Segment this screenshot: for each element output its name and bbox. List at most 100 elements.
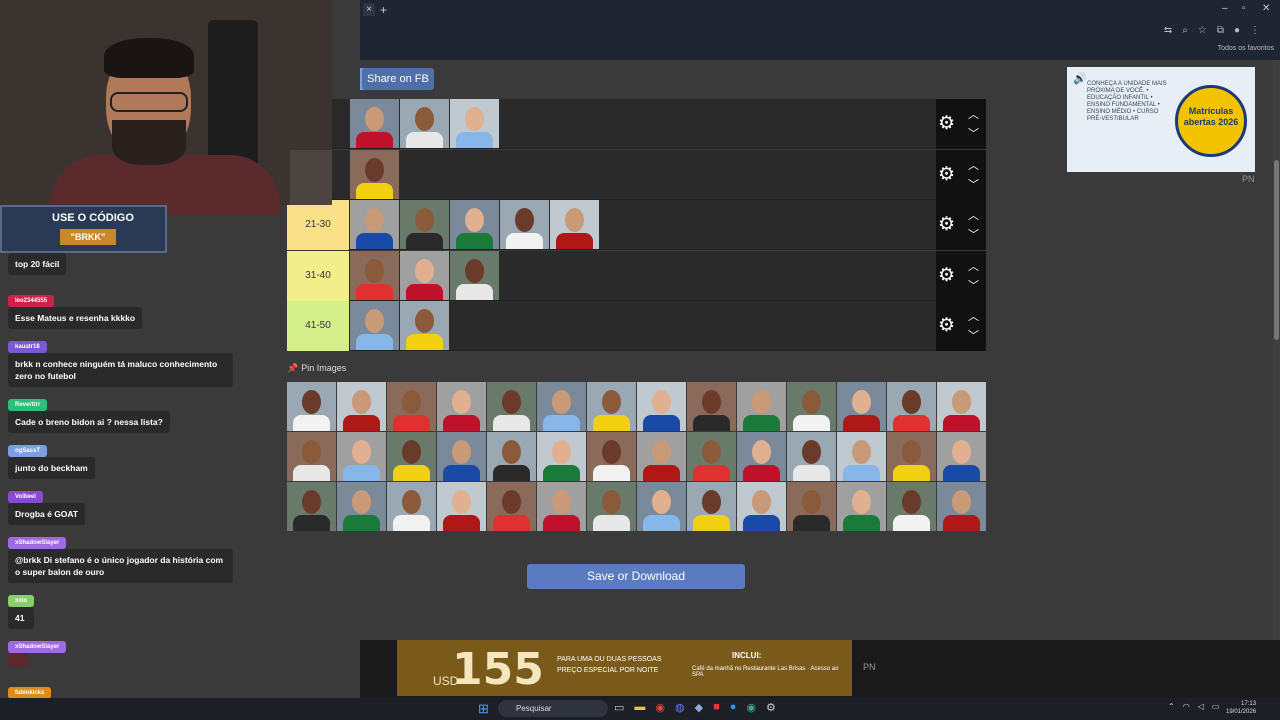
scrollbar[interactable] [1273, 60, 1280, 640]
battery-icon[interactable]: ▭ [1212, 702, 1220, 711]
player-thumbnail[interactable] [737, 482, 786, 531]
chevron-up-icon[interactable]: ︿ [968, 157, 979, 173]
steam-icon[interactable]: ◆ [695, 701, 703, 714]
minimize-icon[interactable]: – [1222, 3, 1228, 14]
save-download-button[interactable]: Save or Download [527, 564, 745, 589]
player-thumbnail[interactable] [350, 200, 399, 249]
player-thumbnail[interactable] [350, 99, 399, 148]
taskbar-search[interactable]: Pesquisar [498, 700, 608, 717]
player-thumbnail[interactable] [937, 432, 986, 481]
file-explorer-icon[interactable]: ▬ [634, 701, 645, 714]
chevron-up-icon[interactable]: ︿ [968, 258, 979, 274]
player-thumbnail[interactable] [437, 382, 486, 431]
app-blue-icon[interactable]: ● [730, 701, 737, 714]
player-thumbnail[interactable] [787, 482, 836, 531]
chevron-up-icon[interactable]: ︿ [968, 106, 979, 122]
player-thumbnail[interactable] [787, 382, 836, 431]
player-thumbnail[interactable] [587, 482, 636, 531]
player-thumbnail[interactable] [737, 382, 786, 431]
player-thumbnail[interactable] [637, 432, 686, 481]
player-thumbnail[interactable] [387, 432, 436, 481]
gear-icon[interactable]: ⚙ [938, 163, 955, 186]
tier-label[interactable]: 41-50 [287, 301, 349, 351]
chevron-down-icon[interactable]: ﹀ [968, 277, 979, 293]
tier-label[interactable]: 21-30 [287, 200, 349, 250]
settings-icon[interactable]: ⚙ [766, 701, 776, 714]
chat-username[interactable]: kauatr18 [8, 341, 47, 353]
chat-username[interactable]: Reverttrr [8, 399, 48, 411]
player-thumbnail[interactable] [887, 382, 936, 431]
player-thumbnail[interactable] [537, 482, 586, 531]
profile-icon[interactable]: ● [1234, 25, 1240, 36]
player-thumbnail[interactable] [637, 482, 686, 531]
player-thumbnail[interactable] [400, 99, 449, 148]
app-green-icon[interactable]: ◉ [746, 701, 756, 714]
player-thumbnail[interactable] [687, 432, 736, 481]
player-thumbnail[interactable] [337, 382, 386, 431]
chrome-icon[interactable]: ◉ [655, 701, 665, 714]
player-thumbnail[interactable] [937, 382, 986, 431]
player-thumbnail[interactable] [450, 200, 499, 249]
maximize-icon[interactable]: ▫ [1242, 3, 1246, 14]
player-thumbnail[interactable] [487, 482, 536, 531]
player-thumbnail[interactable] [450, 99, 499, 148]
player-thumbnail[interactable] [437, 432, 486, 481]
player-thumbnail[interactable] [787, 432, 836, 481]
player-thumbnail[interactable] [437, 482, 486, 531]
player-thumbnail[interactable] [887, 432, 936, 481]
player-thumbnail[interactable] [837, 482, 886, 531]
player-thumbnail[interactable] [500, 200, 549, 249]
scrollbar-thumb[interactable] [1274, 160, 1279, 340]
player-thumbnail[interactable] [287, 432, 336, 481]
close-window-icon[interactable]: ✕ [1262, 3, 1270, 14]
chat-username[interactable]: ogSassT [8, 445, 48, 457]
discord-icon[interactable]: ◍ [675, 701, 685, 714]
player-thumbnail[interactable] [537, 432, 586, 481]
player-thumbnail[interactable] [687, 382, 736, 431]
player-thumbnail[interactable] [837, 382, 886, 431]
chevron-down-icon[interactable]: ﹀ [968, 125, 979, 141]
translate-icon[interactable]: ⇆ [1164, 25, 1172, 36]
player-thumbnail[interactable] [400, 301, 449, 350]
gear-icon[interactable]: ⚙ [938, 112, 955, 135]
gear-icon[interactable]: ⚙ [938, 264, 955, 287]
player-thumbnail[interactable] [587, 382, 636, 431]
windows-start-icon[interactable]: ⊞ [478, 701, 489, 717]
chevron-up-icon[interactable]: ︿ [968, 207, 979, 223]
volume-icon[interactable]: ◁ [1198, 702, 1204, 711]
chevron-down-icon[interactable]: ﹀ [968, 327, 979, 343]
chat-username[interactable]: xShadowSlayer [8, 641, 67, 653]
zoom-icon[interactable]: ⌕ [1182, 25, 1188, 36]
player-thumbnail[interactable] [737, 432, 786, 481]
address-bar[interactable]: ⇆ ⌕ ☆ ⧉ ● ⋮ [360, 21, 1280, 42]
player-thumbnail[interactable] [387, 382, 436, 431]
player-thumbnail[interactable] [400, 200, 449, 249]
chevron-up-icon[interactable]: ︿ [968, 308, 979, 324]
tab-close-button[interactable]: × [363, 3, 375, 16]
tray-chevron-icon[interactable]: ⌃ [1168, 702, 1175, 711]
extensions-icon[interactable]: ⧉ [1217, 25, 1224, 36]
new-tab-button[interactable]: + [380, 3, 387, 17]
player-thumbnail[interactable] [287, 482, 336, 531]
player-thumbnail[interactable] [350, 250, 399, 300]
ad-banner-bottom[interactable]: USD 155 PARA UMA OU DUAS PESSOAS PREÇO E… [397, 640, 852, 696]
player-thumbnail[interactable] [350, 301, 399, 350]
player-thumbnail[interactable] [287, 382, 336, 431]
player-thumbnail[interactable] [400, 250, 449, 300]
tier-label[interactable]: 31-40 [287, 250, 349, 301]
player-thumbnail[interactable] [637, 382, 686, 431]
task-view-icon[interactable]: ▭ [614, 701, 624, 714]
player-thumbnail[interactable] [687, 482, 736, 531]
menu-icon[interactable]: ⋮ [1250, 25, 1260, 36]
chat-username[interactable]: xShadowSlayer [8, 537, 67, 549]
player-thumbnail[interactable] [387, 482, 436, 531]
chat-username[interactable]: Volbeel [8, 491, 43, 503]
chevron-down-icon[interactable]: ﹀ [968, 176, 979, 192]
pin-images-toggle[interactable]: 📌 Pin Images [287, 363, 346, 374]
player-thumbnail[interactable] [450, 250, 499, 300]
speaker-icon[interactable]: 🔊 [1073, 72, 1087, 85]
share-fb-button[interactable]: Share on FB [362, 68, 434, 90]
gear-icon[interactable]: ⚙ [938, 314, 955, 337]
player-thumbnail[interactable] [487, 382, 536, 431]
wifi-icon[interactable]: ◠ [1183, 702, 1190, 711]
